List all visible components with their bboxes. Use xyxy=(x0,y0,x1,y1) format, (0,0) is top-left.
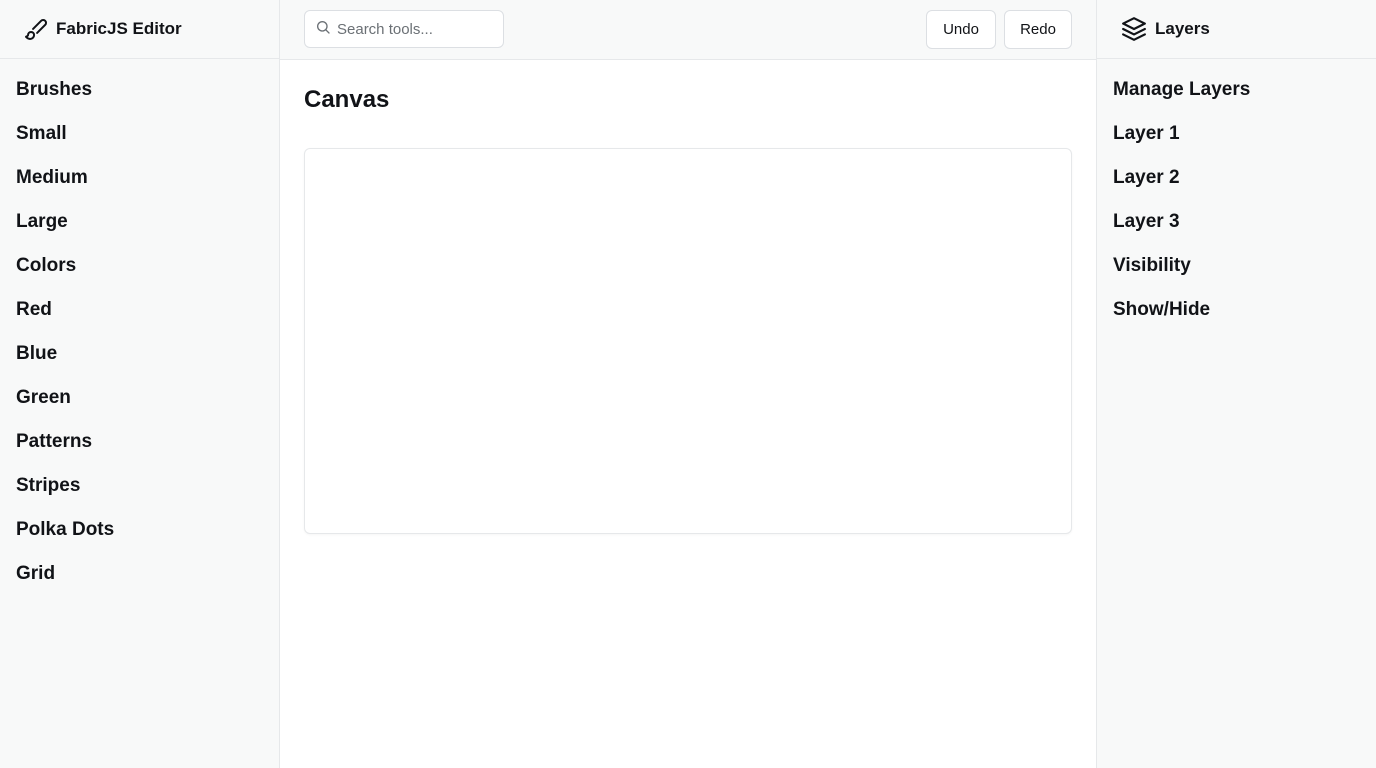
drawing-canvas[interactable] xyxy=(304,148,1072,534)
redo-button[interactable]: Redo xyxy=(1004,10,1072,49)
search-input[interactable] xyxy=(337,20,487,38)
right-sidebar: Layers Manage Layers Layer 1 Layer 2 Lay… xyxy=(1096,0,1376,768)
sidebar-item-grid[interactable]: Grid xyxy=(16,563,55,585)
search-icon xyxy=(315,19,331,35)
sidebar-item-colors[interactable]: Colors xyxy=(16,255,76,277)
undo-button[interactable]: Undo xyxy=(926,10,996,49)
layers-header: Layers xyxy=(1097,0,1376,59)
search-box[interactable] xyxy=(304,10,504,48)
sidebar-item-polka-dots[interactable]: Polka Dots xyxy=(16,519,114,541)
layers-icon xyxy=(1121,16,1147,42)
layers-title: Layers xyxy=(1155,19,1210,38)
layers-item-visibility[interactable]: Visibility xyxy=(1113,255,1191,277)
sidebar-item-medium[interactable]: Medium xyxy=(16,167,88,189)
sidebar-item-patterns[interactable]: Patterns xyxy=(16,431,92,453)
brush-icon xyxy=(24,17,48,41)
sidebar-item-blue[interactable]: Blue xyxy=(16,343,57,365)
sidebar-item-green[interactable]: Green xyxy=(16,387,71,409)
left-sidebar: FabricJS Editor Brushes Small Medium Lar… xyxy=(0,0,280,768)
layers-item-layer-3[interactable]: Layer 3 xyxy=(1113,211,1180,233)
layers-item-layer-2[interactable]: Layer 2 xyxy=(1113,167,1180,189)
app-window: FabricJS Editor Brushes Small Medium Lar… xyxy=(0,0,1376,768)
top-toolbar: Undo Redo xyxy=(280,0,1096,60)
sidebar-item-brushes[interactable]: Brushes xyxy=(16,79,92,101)
sidebar-item-large[interactable]: Large xyxy=(16,211,68,233)
sidebar-item-red[interactable]: Red xyxy=(16,299,52,321)
page-title: Canvas xyxy=(304,86,390,113)
layers-item-layer-1[interactable]: Layer 1 xyxy=(1113,123,1180,145)
brand-header: FabricJS Editor xyxy=(0,0,279,59)
sidebar-item-small[interactable]: Small xyxy=(16,123,67,145)
layers-item-manage-layers[interactable]: Manage Layers xyxy=(1113,79,1250,101)
main-content: Undo Redo Canvas xyxy=(280,0,1096,768)
app-title: FabricJS Editor xyxy=(56,19,182,38)
sidebar-item-stripes[interactable]: Stripes xyxy=(16,475,80,497)
layers-item-show-hide[interactable]: Show/Hide xyxy=(1113,299,1210,321)
